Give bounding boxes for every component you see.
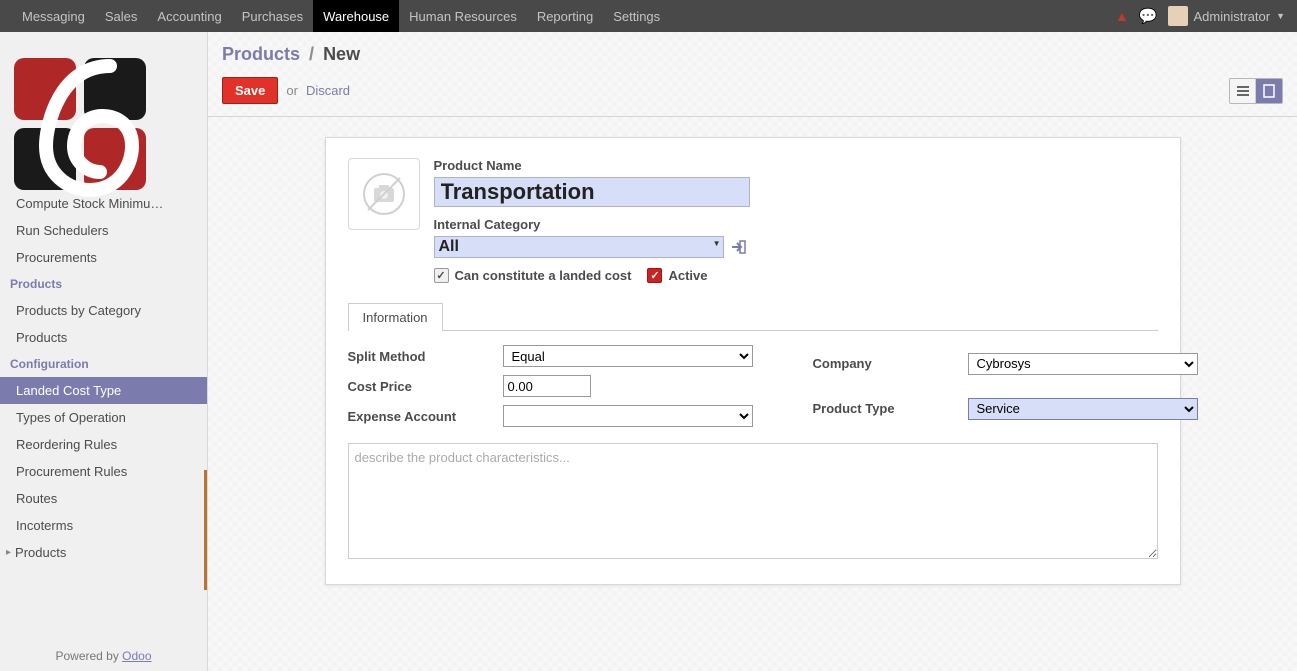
sidebar-item-procurement-rules[interactable]: Procurement Rules	[0, 458, 207, 485]
topnav-item-settings[interactable]: Settings	[603, 0, 670, 32]
view-switcher	[1229, 78, 1283, 104]
sidebar-item-routes[interactable]: Routes	[0, 485, 207, 512]
topnav-item-human-resources[interactable]: Human Resources	[399, 0, 527, 32]
form-view-button[interactable]	[1256, 79, 1282, 103]
checkbox-icon: ✓	[434, 268, 449, 283]
checkbox-checked-icon: ✓	[647, 268, 662, 283]
sidebar-item-incoterms[interactable]: Incoterms	[0, 512, 207, 539]
sidebar-scrollbar[interactable]	[204, 470, 207, 590]
alert-icon[interactable]: ▲	[1115, 8, 1129, 24]
internal-category-select[interactable]	[434, 236, 724, 258]
list-view-button[interactable]	[1230, 79, 1256, 103]
sidebar-item-run-schedulers[interactable]: Run Schedulers	[0, 217, 207, 244]
expense-account-label: Expense Account	[348, 409, 503, 424]
can-landed-checkbox[interactable]: ✓ Can constitute a landed cost	[434, 268, 632, 283]
product-image-placeholder[interactable]	[348, 158, 420, 230]
user-name: Administrator	[1194, 9, 1271, 24]
sidebar-item-types-of-operation[interactable]: Types of Operation	[0, 404, 207, 431]
sidebar-item-products[interactable]: Products	[0, 539, 207, 566]
sidebar-item-compute-stock-minimu-[interactable]: Compute Stock Minimu…	[0, 198, 207, 217]
cost-price-input[interactable]	[503, 375, 591, 397]
product-type-select[interactable]: Service	[968, 398, 1198, 420]
topnav-item-sales[interactable]: Sales	[95, 0, 148, 32]
product-name-label: Product Name	[434, 158, 1158, 173]
sidebar-item-products[interactable]: Products	[0, 324, 207, 351]
save-button[interactable]: Save	[222, 77, 278, 104]
breadcrumb: Products / New	[222, 44, 1283, 65]
sidebar-header-products[interactable]: Products	[0, 271, 207, 297]
chevron-down-icon: ▼	[1276, 11, 1285, 21]
split-method-select[interactable]: Equal	[503, 345, 753, 367]
topnav-item-purchases[interactable]: Purchases	[232, 0, 313, 32]
tab-information[interactable]: Information	[348, 303, 443, 331]
company-select[interactable]: Cybrosys	[968, 353, 1198, 375]
internal-category-label: Internal Category	[434, 217, 1158, 232]
description-textarea[interactable]	[348, 443, 1158, 559]
sidebar-item-procurements[interactable]: Procurements	[0, 244, 207, 271]
powered-by: Powered by Odoo	[0, 639, 207, 671]
top-nav: MessagingSalesAccountingPurchasesWarehou…	[0, 0, 1297, 32]
or-text: or	[286, 83, 298, 98]
form-sheet: Product Name Internal Category ▼	[325, 137, 1181, 585]
breadcrumb-parent[interactable]: Products	[222, 44, 300, 64]
form-tabs: Information	[348, 303, 1158, 331]
sidebar-item-products-by-category[interactable]: Products by Category	[0, 297, 207, 324]
breadcrumb-current: New	[323, 44, 360, 64]
topnav-item-warehouse[interactable]: Warehouse	[313, 0, 399, 32]
chat-icon[interactable]: 💬	[1139, 7, 1158, 25]
sidebar-item-reordering-rules[interactable]: Reordering Rules	[0, 431, 207, 458]
topnav-item-accounting[interactable]: Accounting	[147, 0, 231, 32]
product-type-label: Product Type	[813, 401, 968, 416]
user-menu[interactable]: Administrator ▼	[1168, 6, 1286, 26]
split-method-label: Split Method	[348, 349, 503, 364]
sidebar: SchedulersCompute Stock Minimu…Run Sched…	[0, 32, 208, 671]
topnav-item-reporting[interactable]: Reporting	[527, 0, 603, 32]
logo	[0, 32, 207, 204]
odoo-link[interactable]: Odoo	[122, 649, 151, 663]
discard-link[interactable]: Discard	[306, 83, 350, 98]
cost-price-label: Cost Price	[348, 379, 503, 394]
topnav-item-messaging[interactable]: Messaging	[12, 0, 95, 32]
sidebar-item-landed-cost-type[interactable]: Landed Cost Type	[0, 377, 207, 404]
active-checkbox[interactable]: ✓ Active	[647, 268, 707, 283]
external-link-icon[interactable]	[730, 240, 746, 254]
expense-account-select[interactable]	[503, 405, 753, 427]
sidebar-header-configuration[interactable]: Configuration	[0, 351, 207, 377]
product-name-input[interactable]	[434, 177, 750, 207]
avatar	[1168, 6, 1188, 26]
company-label: Company	[813, 356, 968, 371]
